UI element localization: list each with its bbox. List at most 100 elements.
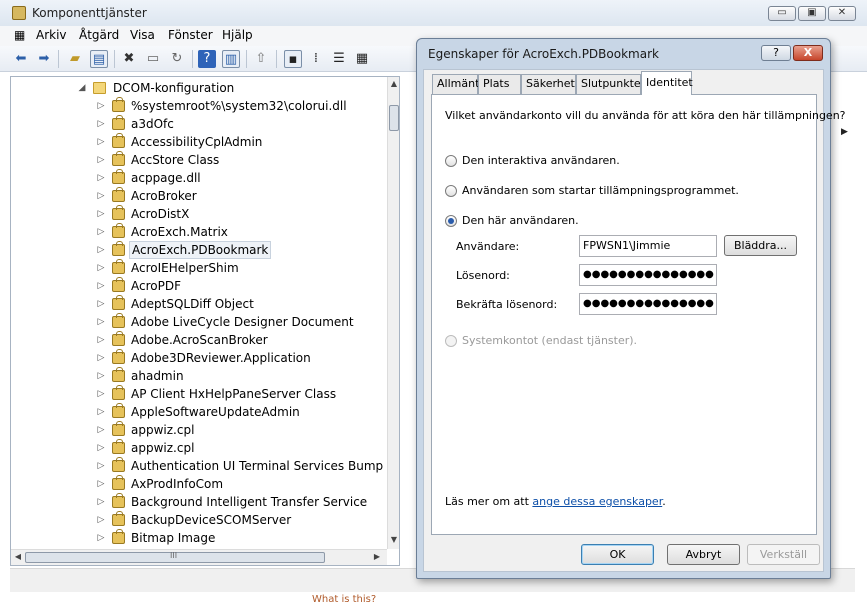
tree-item[interactable]: ▷ Adobe.AcroScanBroker bbox=[11, 331, 381, 349]
tree-item[interactable]: ▷ appwiz.cpl bbox=[11, 439, 381, 457]
tree-item[interactable]: ▷ Adobe LiveCycle Designer Document bbox=[11, 313, 381, 331]
menu-icon[interactable]: ▦ bbox=[14, 28, 25, 42]
scroll-right-arrow-icon[interactable]: ▶ bbox=[371, 552, 383, 561]
tree-item[interactable]: ▷ acppage.dll bbox=[11, 169, 381, 187]
dialog-help-button[interactable]: ? bbox=[761, 45, 791, 61]
expand-triangle-icon[interactable]: ▷ bbox=[96, 187, 106, 205]
what-is-this-link[interactable]: What is this? bbox=[312, 594, 376, 605]
expand-triangle-icon[interactable]: ▷ bbox=[96, 313, 106, 331]
cancel-button[interactable]: Avbryt bbox=[667, 544, 740, 565]
tree-item[interactable]: ▷ Background Intelligent Transfer Service bbox=[11, 493, 381, 511]
tree-item[interactable]: ▷ AxProdInfoCom bbox=[11, 475, 381, 493]
password-field[interactable]: ●●●●●●●●●●●●●●● bbox=[579, 264, 717, 286]
expand-triangle-icon[interactable]: ▷ bbox=[96, 349, 106, 367]
menu-fonster[interactable]: Fönster bbox=[168, 28, 213, 42]
expand-triangle-icon[interactable]: ▷ bbox=[96, 169, 106, 187]
help-icon[interactable]: ? bbox=[198, 50, 216, 68]
menu-arkiv[interactable]: Arkiv bbox=[36, 28, 67, 42]
tree-item[interactable]: ▷ Adobe3DReviewer.Application bbox=[11, 349, 381, 367]
tree-item[interactable]: ▷ appwiz.cpl bbox=[11, 421, 381, 439]
menu-visa[interactable]: Visa bbox=[130, 28, 155, 42]
large-icons-view-icon[interactable]: ▪ bbox=[284, 50, 302, 68]
horizontal-scroll-thumb[interactable]: III bbox=[25, 551, 325, 563]
tree-item[interactable]: ▷ AppleSoftwareUpdateAdmin bbox=[11, 403, 381, 421]
up-folder-icon[interactable]: ▰ bbox=[66, 50, 84, 68]
expand-triangle-icon[interactable]: ▷ bbox=[96, 223, 106, 241]
close-button[interactable]: ✕ bbox=[828, 6, 856, 21]
tab-plats[interactable]: Plats bbox=[478, 74, 521, 94]
learn-more-link[interactable]: ange dessa egenskaper bbox=[532, 495, 662, 508]
expand-triangle-icon[interactable]: ▷ bbox=[96, 493, 106, 511]
expand-triangle-icon[interactable]: ▷ bbox=[96, 421, 106, 439]
expand-triangle-icon[interactable]: ▷ bbox=[96, 529, 106, 547]
menu-atgard[interactable]: Åtgärd bbox=[79, 28, 119, 42]
list-view-icon[interactable]: ☰ bbox=[330, 50, 348, 68]
expand-triangle-icon[interactable]: ▷ bbox=[96, 205, 106, 223]
confirm-password-field[interactable]: ●●●●●●●●●●●●●●● bbox=[579, 293, 717, 315]
tree-item[interactable]: ▷ AcroBroker bbox=[11, 187, 381, 205]
scroll-down-arrow-icon[interactable]: ▼ bbox=[388, 535, 399, 544]
tree-root-row[interactable]: ◢ DCOM-konfiguration bbox=[11, 79, 381, 97]
collapse-triangle-icon[interactable]: ◢ bbox=[77, 79, 87, 97]
console-tree-icon[interactable]: ▥ bbox=[222, 50, 240, 68]
user-field[interactable]: FPWSN1\Jimmie bbox=[579, 235, 717, 257]
expand-triangle-icon[interactable]: ▷ bbox=[96, 511, 106, 529]
radio-launching-user-label[interactable]: Användaren som startar tillämpningsprogr… bbox=[462, 184, 739, 197]
horizontal-scrollbar[interactable]: ◀ III ▶ bbox=[11, 549, 387, 565]
ok-button[interactable]: OK bbox=[581, 544, 654, 565]
details-view-icon[interactable]: ▦ bbox=[353, 50, 371, 68]
tree-item[interactable]: ▷ %systemroot%\system32\colorui.dll bbox=[11, 97, 381, 115]
expand-triangle-icon[interactable]: ▷ bbox=[96, 277, 106, 295]
tree-item[interactable]: ▷ AcroDistX bbox=[11, 205, 381, 223]
expand-triangle-icon[interactable]: ▷ bbox=[96, 97, 106, 115]
expand-triangle-icon[interactable]: ▷ bbox=[96, 367, 106, 385]
minimize-button[interactable]: ▭ bbox=[768, 6, 796, 21]
vertical-scrollbar[interactable]: ▲ ▼ bbox=[387, 77, 399, 549]
tab-identitet[interactable]: Identitet bbox=[641, 71, 693, 95]
console-tree[interactable]: ◢ DCOM-konfiguration ▷ %systemroot%\syste… bbox=[10, 76, 400, 566]
tree-item[interactable]: ▷ AcroIEHelperShim bbox=[11, 259, 381, 277]
tab-sakerhet[interactable]: Säkerhet bbox=[521, 74, 576, 94]
radio-interactive-user[interactable] bbox=[445, 155, 457, 167]
tree-item[interactable]: ▷ AccessibilityCplAdmin bbox=[11, 133, 381, 151]
title-bar[interactable]: Komponenttjänster ▭ ▣ ✕ bbox=[0, 0, 867, 26]
tree-item[interactable]: ▷ AdeptSQLDiff Object bbox=[11, 295, 381, 313]
tab-slutpunkter[interactable]: Slutpunkter bbox=[576, 74, 645, 94]
refresh-icon[interactable]: ↻ bbox=[168, 50, 186, 68]
vertical-scroll-thumb[interactable] bbox=[389, 105, 399, 131]
properties-icon[interactable]: ▭ bbox=[144, 50, 162, 68]
tree-item[interactable]: ▷ AcroExch.PDBookmark bbox=[11, 241, 381, 259]
tab-allmant[interactable]: Allmänt bbox=[432, 74, 479, 94]
tree-item[interactable]: ▷ AcroExch.Matrix bbox=[11, 223, 381, 241]
tree-item[interactable]: ▷ Bitmap Image bbox=[11, 529, 381, 547]
radio-this-user[interactable] bbox=[445, 215, 457, 227]
tree-item[interactable]: ▷ a3dOfc bbox=[11, 115, 381, 133]
maximize-button[interactable]: ▣ bbox=[798, 6, 826, 21]
expand-triangle-icon[interactable]: ▷ bbox=[96, 457, 106, 475]
tree-item[interactable]: ▷ BackupDeviceSCOMServer bbox=[11, 511, 381, 529]
expand-triangle-icon[interactable]: ▷ bbox=[96, 439, 106, 457]
expand-triangle-icon[interactable]: ▷ bbox=[96, 295, 106, 313]
export-icon[interactable]: ⇧ bbox=[252, 50, 270, 68]
expand-triangle-icon[interactable]: ▷ bbox=[96, 151, 106, 169]
scroll-up-arrow-icon[interactable]: ▲ bbox=[388, 79, 399, 88]
menu-hjalp[interactable]: Hjälp bbox=[222, 28, 253, 42]
back-arrow-icon[interactable]: ⬅ bbox=[12, 50, 30, 68]
expand-triangle-icon[interactable]: ▷ bbox=[96, 241, 106, 259]
delete-icon[interactable]: ✖ bbox=[120, 50, 138, 68]
expand-triangle-icon[interactable]: ▷ bbox=[96, 403, 106, 421]
small-icons-view-icon[interactable]: ⁞ bbox=[307, 50, 325, 68]
tree-item[interactable]: ▷ AcroPDF bbox=[11, 277, 381, 295]
radio-launching-user[interactable] bbox=[445, 185, 457, 197]
radio-interactive-user-label[interactable]: Den interaktiva användaren. bbox=[462, 154, 620, 167]
tree-item[interactable]: ▷ Authentication UI Terminal Services Bum… bbox=[11, 457, 399, 475]
expand-triangle-icon[interactable]: ▷ bbox=[96, 331, 106, 349]
expand-triangle-icon[interactable]: ▷ bbox=[96, 385, 106, 403]
expand-triangle-icon[interactable]: ▷ bbox=[96, 133, 106, 151]
expand-triangle-icon[interactable]: ▷ bbox=[96, 475, 106, 493]
tree-item[interactable]: ▷ ahadmin bbox=[11, 367, 381, 385]
show-hide-tree-icon[interactable]: ▤ bbox=[90, 50, 108, 68]
dialog-close-button[interactable]: X bbox=[793, 45, 823, 61]
scroll-left-arrow-icon[interactable]: ◀ bbox=[12, 552, 24, 561]
radio-this-user-label[interactable]: Den här användaren. bbox=[462, 214, 579, 227]
